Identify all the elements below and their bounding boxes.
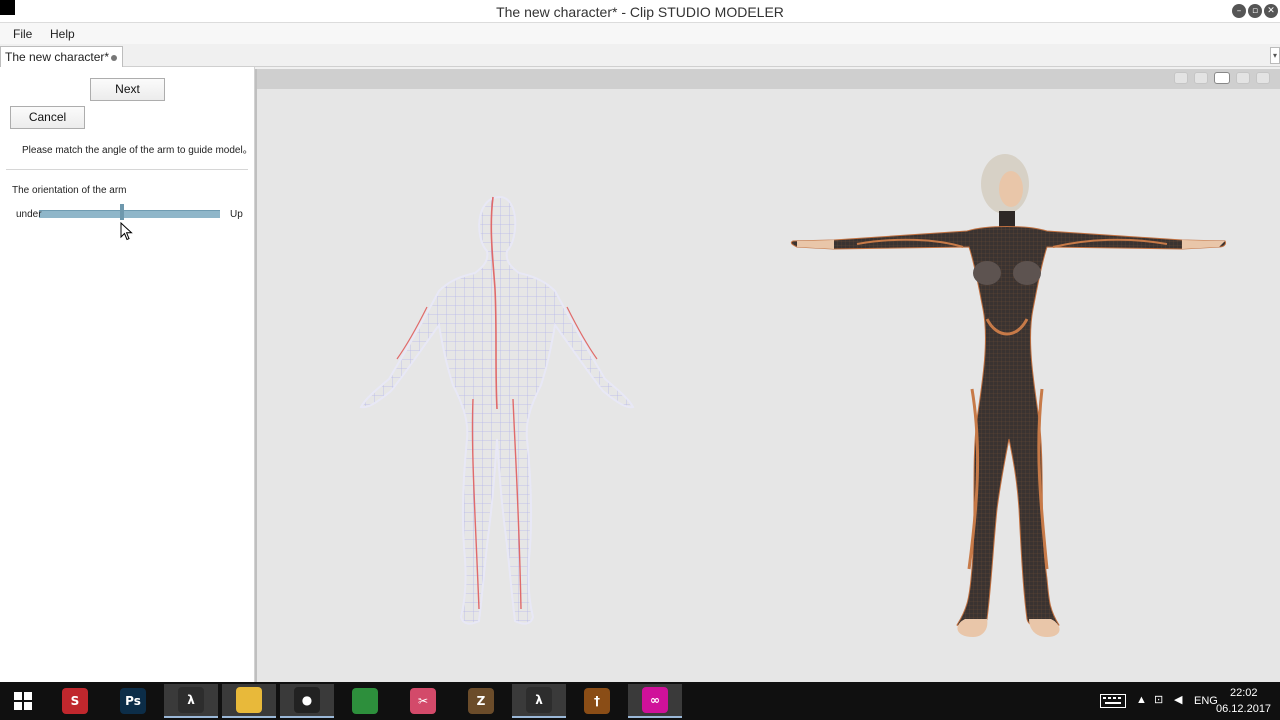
taskbar: S Ps λ ● ✂ Zλ † ∞ ▲ ⊡ ◀ ENG 22:02 06.12.2017 <box>0 682 1280 720</box>
language-indicator[interactable]: ENG <box>1194 695 1218 707</box>
close-icon[interactable]: ✕ <box>1264 4 1278 18</box>
taskbar-app[interactable]: † <box>570 684 624 718</box>
guide-model <box>359 195 635 625</box>
snipping-tool-icon: ✂ <box>410 688 436 714</box>
menu-file[interactable]: File <box>13 27 32 41</box>
window-controls: – ▫ ✕ <box>1232 4 1278 18</box>
volume-icon[interactable]: ◀ <box>1174 693 1182 706</box>
wireframe-icon[interactable] <box>1174 72 1188 84</box>
sketchup-icon: S <box>62 688 88 714</box>
system-tray: ▲ ⊡ ◀ ENG 22:02 06.12.2017 <box>1050 682 1280 720</box>
daz-studio-icon: † <box>584 688 610 714</box>
network-icon[interactable]: ⊡ <box>1154 693 1163 706</box>
taskbar-app[interactable]: λ <box>512 684 566 718</box>
mouse-cursor-icon <box>120 222 133 241</box>
title-bar: The new character* - Clip STUDIO MODELER… <box>0 0 1280 23</box>
clock-time[interactable]: 22:02 <box>1230 687 1258 699</box>
taskbar-app[interactable]: λ <box>164 684 218 718</box>
pose-icon[interactable] <box>1256 72 1270 84</box>
window-title: The new character* - Clip STUDIO MODELER <box>496 4 784 20</box>
taskbar-app[interactable]: ● <box>280 684 334 718</box>
start-button[interactable] <box>0 684 46 718</box>
character-model <box>790 154 1226 637</box>
slider-max-label: Up <box>230 209 243 220</box>
tab-bar: The new character* ▾ <box>0 44 1280 67</box>
maximize-icon[interactable]: ▫ <box>1248 4 1262 18</box>
menu-help[interactable]: Help <box>50 27 75 41</box>
taskbar-app[interactable] <box>222 684 276 718</box>
chrome-icon <box>352 688 378 714</box>
obs-icon: ● <box>294 687 320 713</box>
taskbar-app[interactable] <box>338 684 392 718</box>
taskbar-app[interactable]: Z <box>454 684 508 718</box>
light-icon[interactable] <box>1236 72 1250 84</box>
tab-document[interactable]: The new character* <box>0 46 123 67</box>
slider-thumb[interactable] <box>120 204 125 220</box>
clock-date[interactable]: 06.12.2017 <box>1216 703 1271 715</box>
divider <box>6 169 248 170</box>
3d-viewport[interactable] <box>255 69 1280 682</box>
next-button[interactable]: Next <box>90 78 165 101</box>
tab-list-dropdown-icon[interactable]: ▾ <box>1270 47 1280 64</box>
minimize-icon[interactable]: – <box>1232 4 1246 18</box>
clip-studio-modeler-icon: λ <box>526 687 552 713</box>
keyboard-icon[interactable] <box>1100 694 1126 708</box>
zbrush-icon: Z <box>468 688 494 714</box>
arm-orientation-slider[interactable] <box>39 210 220 218</box>
taskbar-app[interactable]: Ps <box>106 684 160 718</box>
taskbar-app[interactable]: S <box>48 684 102 718</box>
file-explorer-icon <box>236 687 262 713</box>
show-hidden-icons-icon[interactable]: ▲ <box>1136 694 1147 706</box>
photoshop-icon: Ps <box>120 688 146 714</box>
unsaved-dot-icon <box>111 55 117 61</box>
instruction-text: Please match the angle of the arm to gui… <box>22 145 253 156</box>
taskbar-app[interactable]: ∞ <box>628 684 682 718</box>
menu-bar: File Help <box>0 23 1280 44</box>
sphere-icon[interactable] <box>1194 72 1208 84</box>
cancel-button[interactable]: Cancel <box>10 106 85 129</box>
tab-label: The new character* <box>5 50 110 64</box>
viewport-toolbar <box>257 69 1280 89</box>
taskbar-app[interactable]: ✂ <box>396 684 450 718</box>
arm-orientation-label: The orientation of the arm <box>12 185 127 196</box>
clip-studio-icon: λ <box>178 687 204 713</box>
model-canvas[interactable] <box>257 89 1280 682</box>
guide-panel: Next Cancel Please match the angle of th… <box>0 67 255 682</box>
bone-icon[interactable] <box>1214 72 1230 84</box>
app-pink-icon: ∞ <box>642 687 668 713</box>
slider-min-label: under <box>16 209 42 220</box>
windows-icon <box>14 692 32 710</box>
